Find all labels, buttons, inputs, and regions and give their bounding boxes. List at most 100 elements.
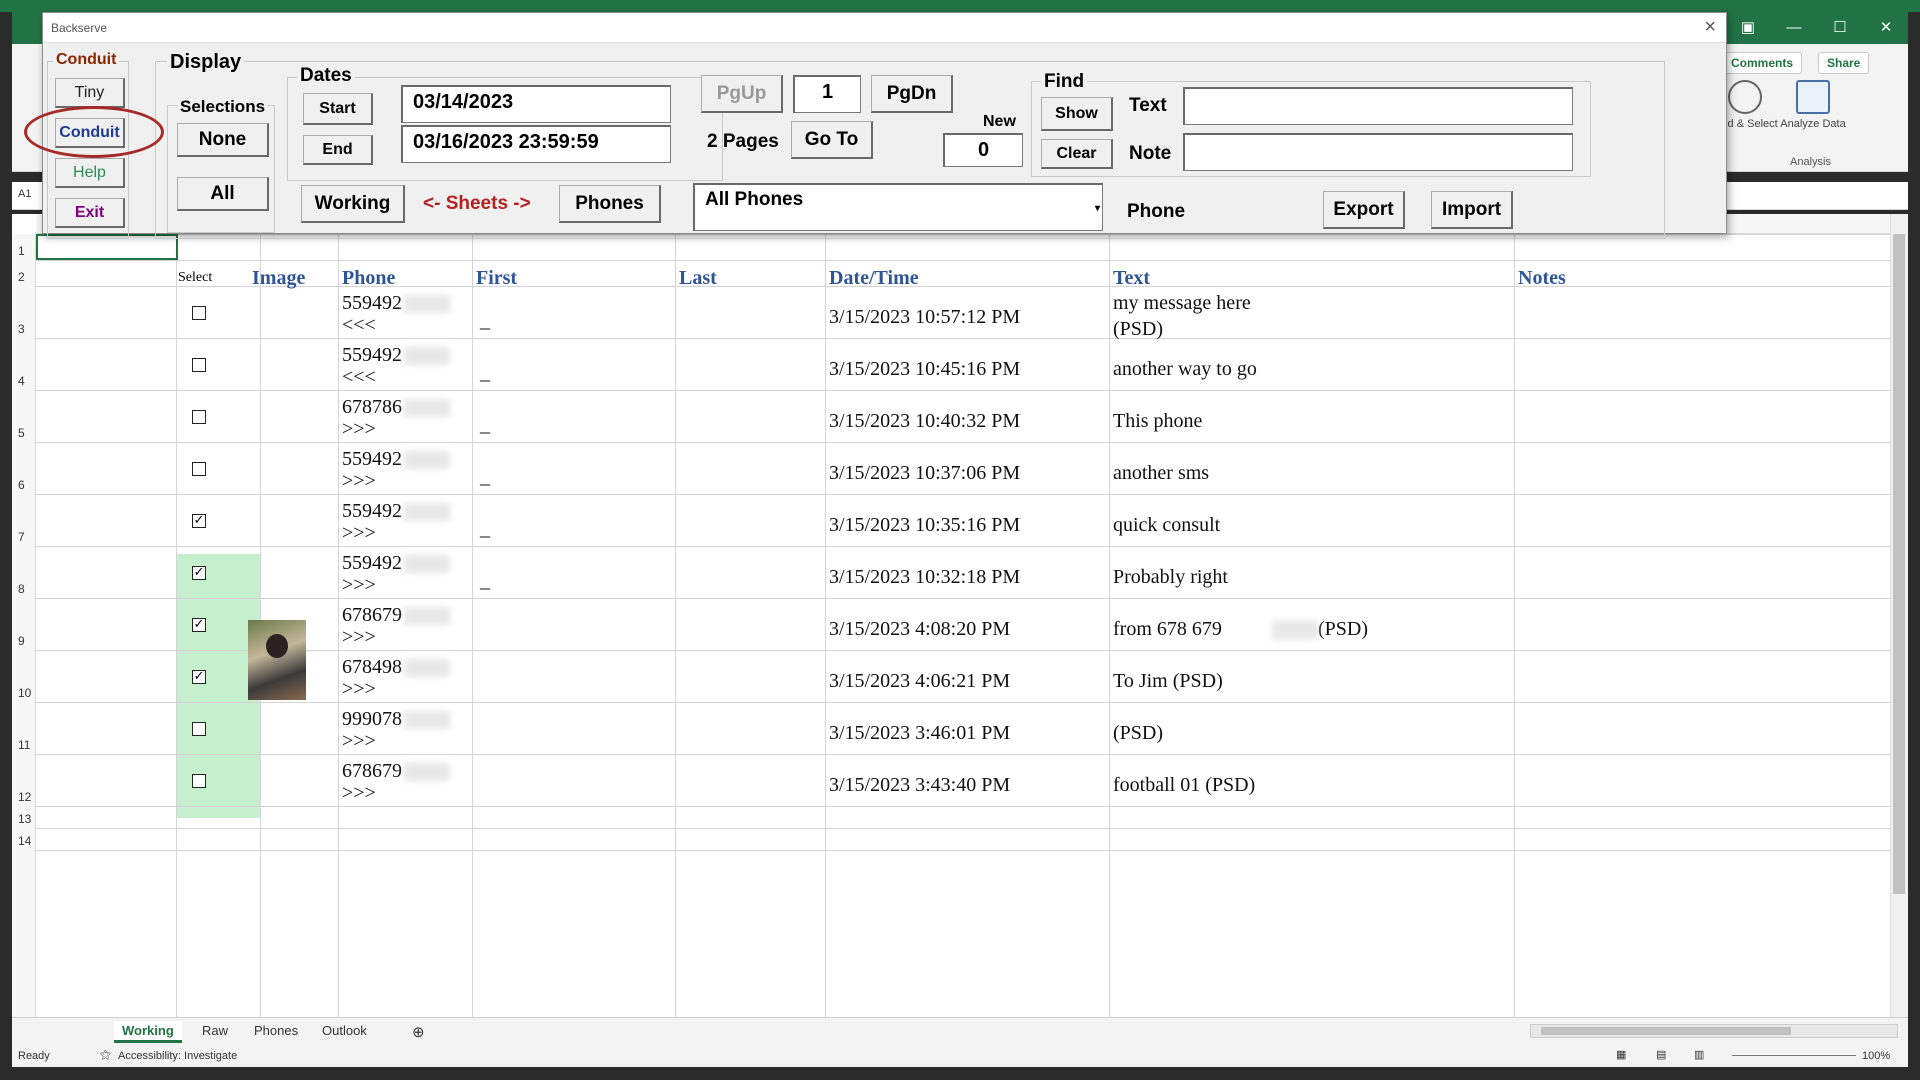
tiny-button[interactable]: Tiny [55,78,125,108]
select-checkbox[interactable] [192,306,206,320]
working-sheet-button[interactable]: Working [301,185,405,223]
row-number[interactable]: 9 [12,634,36,648]
row-number[interactable]: 3 [12,322,36,336]
name-box[interactable]: A1 [12,184,42,206]
page-number-field[interactable]: 1 [793,75,861,113]
import-button[interactable]: Import [1431,191,1513,229]
select-checkbox[interactable]: ✓ [192,514,206,528]
select-none-button[interactable]: None [177,123,269,157]
select-checkbox[interactable] [192,410,206,424]
page-layout-icon[interactable]: ▤ [1656,1048,1666,1061]
message-text-cell: my message here [1113,292,1251,314]
select-checkbox[interactable]: ✓ [192,618,206,632]
page-up-button[interactable]: PgUp [701,75,783,113]
share-button[interactable]: Share [1818,52,1870,74]
row-number[interactable]: 11 [12,738,36,752]
first-name-cell: _ [480,518,490,540]
row-number[interactable]: 7 [12,530,36,544]
page-down-button[interactable]: PgDn [871,75,953,113]
direction-indicator: >>> [342,418,376,440]
select-checkbox[interactable] [192,774,206,788]
page-break-icon[interactable]: ▥ [1694,1048,1704,1061]
vertical-scroll-thumb[interactable] [1893,234,1905,894]
maximize-icon[interactable]: ☐ [1818,14,1862,42]
direction-indicator: <<< [342,314,376,336]
phone-cell: 678679 [342,760,450,783]
row-number[interactable]: 6 [12,478,36,492]
row-number[interactable]: 2 [12,270,36,284]
row-gridline [36,702,1890,703]
phones-sheet-button[interactable]: Phones [559,185,661,223]
select-checkbox[interactable] [192,358,206,372]
end-date-field[interactable]: 03/16/2023 23:59:59 [401,125,671,163]
zoom-level[interactable]: 100% [1862,1050,1890,1062]
find-text-field[interactable] [1183,87,1573,125]
new-label: New [983,113,1016,130]
zoom-slider[interactable] [1732,1055,1856,1056]
tab-working[interactable]: Working [114,1021,182,1043]
select-checkbox[interactable]: ✓ [192,670,206,684]
phone-number: 559492 [342,448,402,470]
accessibility-status[interactable]: Accessibility: Investigate [118,1050,237,1062]
ribbon-display-icon[interactable]: ▣ [1726,14,1770,42]
tab-raw[interactable]: Raw [194,1021,236,1040]
start-date-field[interactable]: 03/14/2023 [401,85,671,123]
phone-cell: 678679 [342,604,450,627]
message-text-cell: This phone [1113,410,1203,432]
datetime-cell: 3/15/2023 4:06:21 PM [829,670,1011,692]
exit-button[interactable]: Exit [55,198,125,228]
find-clear-button[interactable]: Clear [1041,139,1113,169]
row-number[interactable]: 4 [12,374,36,388]
start-date-button[interactable]: Start [303,93,373,125]
find-note-field[interactable] [1183,133,1573,171]
dropdown-arrow-icon[interactable]: ▾ [1095,203,1100,214]
export-button[interactable]: Export [1323,191,1405,229]
column-gridline [176,234,177,1017]
select-checkbox[interactable] [192,462,206,476]
row-number[interactable]: 5 [12,426,36,440]
comments-button[interactable]: Comments [1722,52,1803,74]
phone-selector[interactable]: All Phones ▾ [693,183,1103,231]
phone-number: 678786 [342,396,402,418]
backserve-dialog: Backserve × Conduit Tiny Conduit Help Ex… [42,12,1727,239]
row-gridline [36,850,1890,851]
select-all-button[interactable]: All [177,177,269,211]
select-checkbox[interactable]: ✓ [192,566,206,580]
tab-outlook[interactable]: Outlook [314,1021,375,1040]
accessibility-icon: ⚝ [100,1049,111,1061]
status-ready: Ready [18,1050,50,1062]
row-number[interactable]: 10 [12,686,36,700]
first-name-cell: _ [480,310,490,332]
go-to-button[interactable]: Go To [791,121,873,159]
row-number[interactable]: 14 [12,834,36,848]
horizontal-scrollbar[interactable] [1530,1024,1898,1038]
help-button[interactable]: Help [55,158,125,188]
header-first: First [476,267,518,289]
minimize-icon[interactable]: — [1772,14,1816,42]
horizontal-scroll-thumb[interactable] [1541,1027,1791,1035]
message-text-cell: football 01 (PSD) [1113,774,1256,796]
row-gridline [36,390,1890,391]
dialog-close-icon[interactable]: × [1704,16,1716,39]
end-date-button[interactable]: End [303,135,373,165]
sheet-tab-bar: Working Raw Phones Outlook ⊕ [12,1017,1908,1045]
select-checkbox[interactable] [192,722,206,736]
spreadsheet-grid[interactable]: 1 2 3 4 5 6 7 8 9 10 11 12 13 14 Select Image Phone F… [12,214,1908,1017]
find-show-button[interactable]: Show [1041,97,1113,131]
row-gridline [36,494,1890,495]
message-image-thumbnail[interactable] [248,620,306,700]
analyze-data-button[interactable]: Analyze Data [1778,80,1848,130]
row-number[interactable]: 1 [12,244,36,258]
add-sheet-icon[interactable]: ⊕ [404,1021,433,1043]
row-number[interactable]: 12 [12,790,36,804]
phone-cell: 559492 [342,292,450,315]
row-number[interactable]: 8 [12,582,36,596]
close-window-icon[interactable]: ✕ [1864,14,1908,42]
first-name-cell: _ [480,570,490,592]
normal-view-icon[interactable]: ▦ [1616,1048,1626,1061]
vertical-scrollbar[interactable] [1890,214,1908,1017]
row-number[interactable]: 13 [12,812,36,826]
phone-number: 559492 [342,552,402,574]
phone-number: 559492 [342,292,402,314]
tab-phones[interactable]: Phones [246,1021,306,1040]
